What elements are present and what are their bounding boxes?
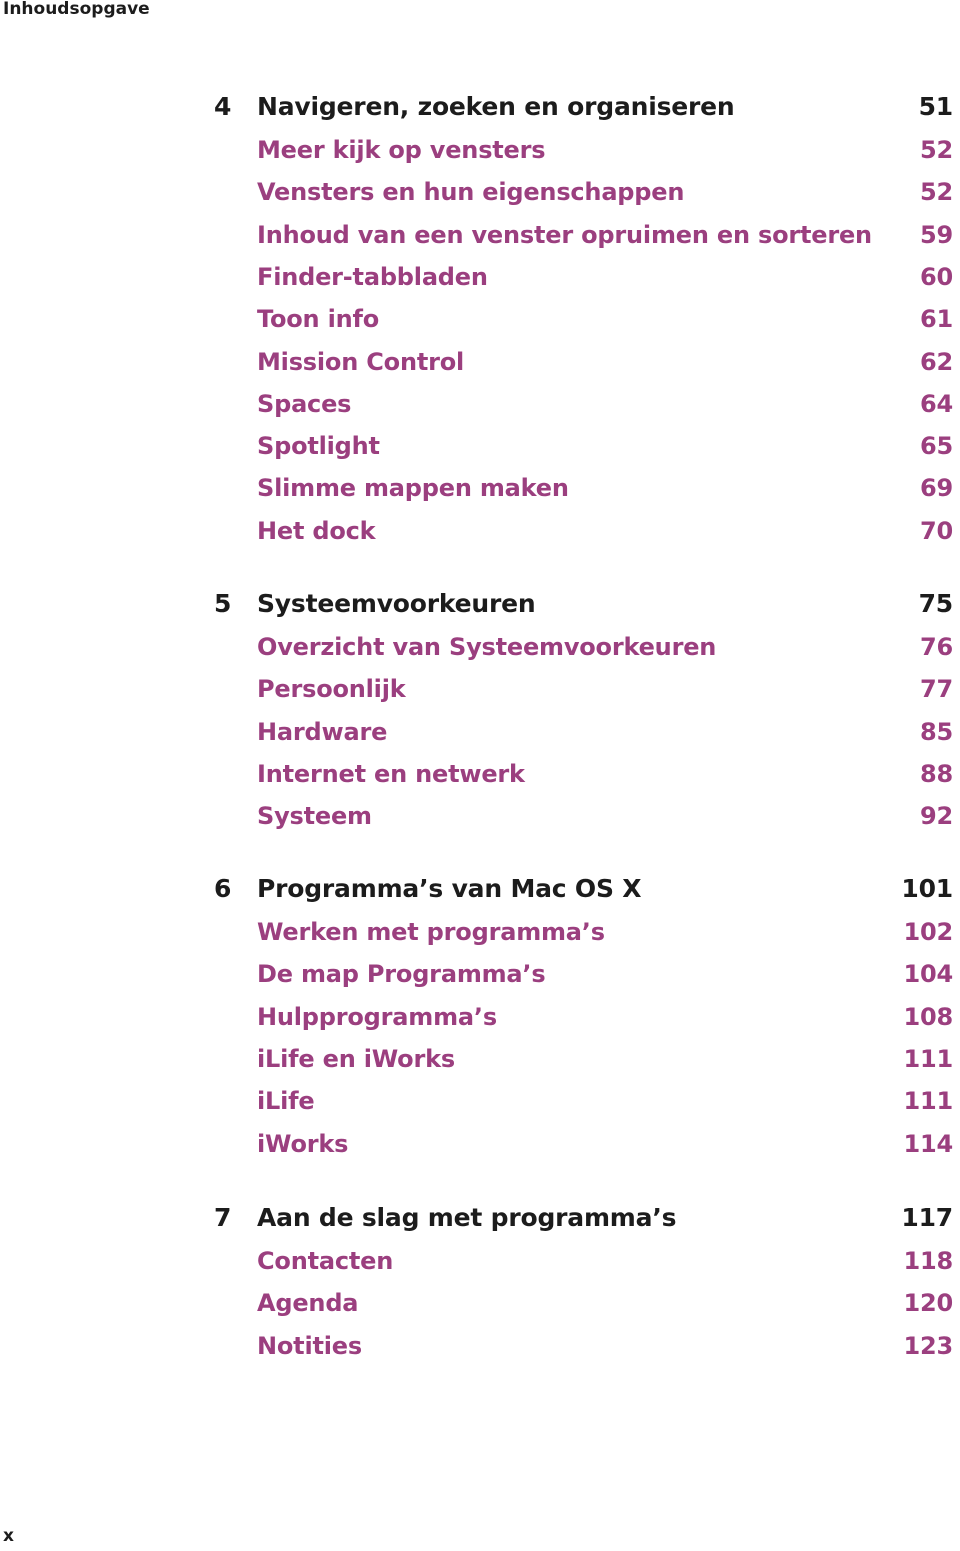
toc-section-row[interactable]: iLife 111 bbox=[0, 1087, 960, 1127]
chapter-number: 5 bbox=[214, 589, 232, 618]
section-title[interactable]: iLife en iWorks bbox=[257, 1045, 455, 1073]
section-page: 85 bbox=[920, 717, 953, 746]
section-page: 120 bbox=[903, 1289, 954, 1318]
section-title[interactable]: Werken met programma’s bbox=[257, 918, 605, 946]
section-title[interactable]: Finder-tabbladen bbox=[257, 263, 488, 291]
section-title[interactable]: Mission Control bbox=[257, 348, 464, 376]
section-title[interactable]: Hulpprogramma’s bbox=[257, 1003, 497, 1031]
chapter-number: 7 bbox=[214, 1203, 232, 1232]
toc-section-row[interactable]: Overzicht van Systeemvoorkeuren 76 bbox=[0, 633, 960, 673]
section-page: 77 bbox=[920, 675, 953, 704]
toc-section-row[interactable]: Finder-tabbladen 60 bbox=[0, 263, 960, 303]
toc-section-row[interactable]: Systeem 92 bbox=[0, 802, 960, 842]
toc-section-row[interactable]: Hulpprogramma’s 108 bbox=[0, 1003, 960, 1043]
section-title[interactable]: Persoonlijk bbox=[257, 675, 406, 703]
section-page: 69 bbox=[920, 474, 953, 503]
chapter-page: 51 bbox=[918, 92, 954, 121]
section-page: 104 bbox=[903, 960, 954, 989]
section-page: 108 bbox=[903, 1002, 954, 1031]
section-page: 62 bbox=[920, 347, 953, 376]
section-title[interactable]: Vensters en hun eigenschappen bbox=[257, 178, 684, 206]
chapter-number: 6 bbox=[214, 874, 232, 903]
chapter-number: 4 bbox=[214, 92, 232, 121]
toc-section-row[interactable]: Internet en netwerk 88 bbox=[0, 760, 960, 800]
chapter-title[interactable]: Aan de slag met programma’s bbox=[257, 1203, 676, 1232]
section-title[interactable]: iWorks bbox=[257, 1130, 348, 1158]
section-title[interactable]: iLife bbox=[257, 1087, 315, 1115]
section-title[interactable]: De map Programma’s bbox=[257, 960, 546, 988]
toc-chapter-row[interactable]: 6 Programma’s van Mac OS X 101 bbox=[0, 874, 960, 914]
section-page: 76 bbox=[920, 633, 953, 661]
section-title[interactable]: Spaces bbox=[257, 390, 351, 418]
section-page: 114 bbox=[903, 1129, 954, 1158]
chapter-page: 75 bbox=[918, 589, 954, 618]
section-title[interactable]: Meer kijk op vensters bbox=[257, 136, 546, 164]
section-title[interactable]: Het dock bbox=[257, 517, 376, 545]
toc-section-row[interactable]: Vensters en hun eigenschappen 52 bbox=[0, 178, 960, 218]
chapter-page: 101 bbox=[901, 874, 953, 903]
section-page: 88 bbox=[920, 759, 953, 788]
toc-section-row[interactable]: Meer kijk op vensters 52 bbox=[0, 136, 960, 176]
toc-section-row[interactable]: Agenda 120 bbox=[0, 1289, 960, 1329]
section-title[interactable]: Hardware bbox=[257, 718, 387, 746]
section-page: 65 bbox=[920, 432, 953, 461]
chapter-title[interactable]: Navigeren, zoeken en organiseren bbox=[257, 92, 735, 121]
toc-section-row[interactable]: Spaces 64 bbox=[0, 390, 960, 430]
chapter-title[interactable]: Programma’s van Mac OS X bbox=[257, 874, 642, 903]
chapter-page: 117 bbox=[901, 1203, 953, 1232]
section-title[interactable]: Inhoud van een venster opruimen en sorte… bbox=[257, 221, 872, 249]
toc-chapter-row[interactable]: 7 Aan de slag met programma’s 117 bbox=[0, 1203, 960, 1243]
section-title[interactable]: Systeem bbox=[257, 802, 372, 830]
section-page: 59 bbox=[920, 220, 953, 249]
section-page: 118 bbox=[903, 1247, 954, 1275]
section-page: 52 bbox=[920, 178, 953, 207]
section-page: 64 bbox=[920, 389, 953, 418]
running-head: Inhoudsopgave bbox=[3, 0, 150, 19]
toc-section-row[interactable]: Hardware 85 bbox=[0, 718, 960, 758]
toc-section-row[interactable]: De map Programma’s 104 bbox=[0, 960, 960, 1000]
section-page: 60 bbox=[920, 262, 953, 291]
toc-section-row[interactable]: Contacten 118 bbox=[0, 1247, 960, 1287]
section-page: 70 bbox=[920, 516, 953, 545]
section-page: 111 bbox=[903, 1087, 954, 1116]
section-page: 92 bbox=[920, 802, 953, 831]
chapter-title[interactable]: Systeemvoorkeuren bbox=[257, 589, 536, 618]
section-title[interactable]: Spotlight bbox=[257, 432, 380, 460]
toc-section-row[interactable]: Slimme mappen maken 69 bbox=[0, 474, 960, 514]
toc-section-row[interactable]: Spotlight 65 bbox=[0, 432, 960, 472]
section-page: 102 bbox=[903, 918, 954, 946]
section-title[interactable]: Toon info bbox=[257, 305, 379, 333]
toc-section-row[interactable]: iWorks 114 bbox=[0, 1130, 960, 1170]
toc-section-row[interactable]: Het dock 70 bbox=[0, 517, 960, 557]
toc-section-row[interactable]: Toon info 61 bbox=[0, 305, 960, 345]
toc-section-row[interactable]: iLife en iWorks 111 bbox=[0, 1045, 960, 1085]
section-title[interactable]: Slimme mappen maken bbox=[257, 474, 569, 502]
toc-chapter-row[interactable]: 5 Systeemvoorkeuren 75 bbox=[0, 589, 960, 629]
toc-section-row[interactable]: Mission Control 62 bbox=[0, 348, 960, 388]
section-title[interactable]: Agenda bbox=[257, 1289, 358, 1317]
toc-section-row[interactable]: Notities 123 bbox=[0, 1332, 960, 1372]
page-number: x bbox=[3, 1526, 14, 1546]
section-title[interactable]: Contacten bbox=[257, 1247, 393, 1275]
section-title[interactable]: Internet en netwerk bbox=[257, 760, 525, 788]
toc-chapter-row[interactable]: 4 Navigeren, zoeken en organiseren 51 bbox=[0, 92, 960, 132]
toc-section-row[interactable]: Inhoud van een venster opruimen en sorte… bbox=[0, 221, 960, 261]
section-page: 52 bbox=[920, 136, 953, 164]
section-page: 111 bbox=[903, 1044, 954, 1073]
toc-section-row[interactable]: Werken met programma’s 102 bbox=[0, 918, 960, 958]
section-title[interactable]: Overzicht van Systeemvoorkeuren bbox=[257, 633, 716, 661]
toc-section-row[interactable]: Persoonlijk 77 bbox=[0, 675, 960, 715]
section-page: 61 bbox=[920, 305, 953, 334]
section-title[interactable]: Notities bbox=[257, 1332, 362, 1360]
section-page: 123 bbox=[903, 1331, 954, 1360]
